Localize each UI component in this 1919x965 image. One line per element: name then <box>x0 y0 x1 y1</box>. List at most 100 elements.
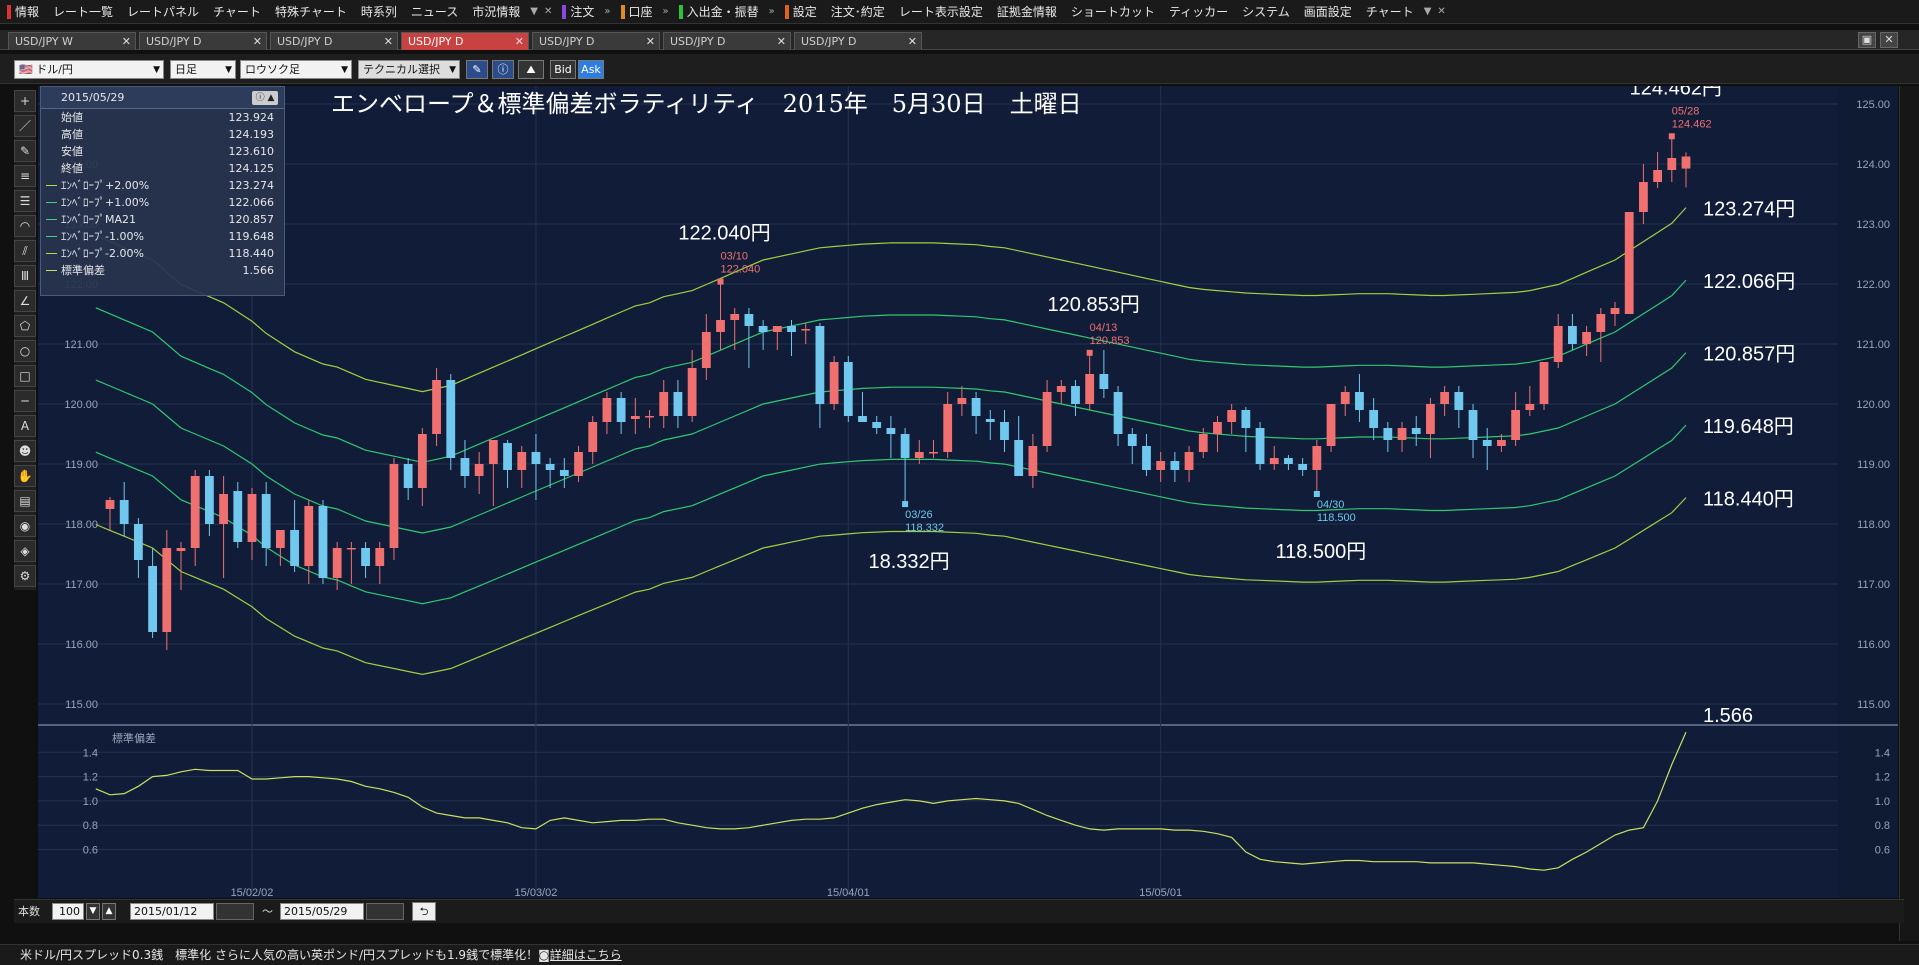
chart-style-button[interactable]: ⛰ <box>518 60 544 79</box>
end-date-input[interactable]: 2015/05/29 <box>280 903 364 920</box>
menu-item-4[interactable]: 特殊チャート <box>268 0 354 24</box>
reset-range-button[interactable]: ⮌ <box>412 902 436 921</box>
menu-item-20[interactable]: ショートカット <box>1064 0 1162 24</box>
draw-pen-button[interactable]: ✎ <box>466 60 488 79</box>
menu-dropdown-icon[interactable]: ▼ <box>527 6 541 17</box>
close-window-button[interactable]: ✕ <box>1880 32 1898 48</box>
menu-item-16[interactable]: 設定 <box>778 0 824 24</box>
chart-type-select[interactable]: ロウソク足 ▼ <box>240 60 352 79</box>
menu-item-21[interactable]: ティッカー <box>1162 0 1235 24</box>
tab-usdjpy-1[interactable]: USD/JPY D ✕ <box>139 32 267 50</box>
tab-usdjpy-6[interactable]: USD/JPY D ✕ <box>794 32 922 50</box>
menu-item-label: ショートカット <box>1070 4 1155 19</box>
drawing-tool-18-icon[interactable]: ◈ <box>14 540 36 562</box>
drawing-tool-12-icon[interactable]: ─ <box>14 390 36 412</box>
menu-color-mark <box>678 5 683 19</box>
price-chart[interactable]: 115.00 115.00 116.00 116.00 117.00 117.00 118.… <box>38 86 1898 898</box>
start-date-input[interactable]: 2015/01/12 <box>130 903 214 920</box>
menu-item-12[interactable]: 口座 <box>614 0 660 24</box>
drawing-tool-14-icon[interactable]: ☻ <box>14 440 36 462</box>
bid-button[interactable]: Bid <box>550 60 576 79</box>
menu-item-6[interactable]: ニュース <box>404 0 465 24</box>
menu-item-0[interactable]: 情報 <box>0 0 46 24</box>
news-ticker[interactable]: 米ドル/円スプレッド0.3銭 標準化 さらに人気の高い英ポンド/円スプレッドも1… <box>0 944 1919 965</box>
drawing-tool-4-icon[interactable]: ☰ <box>14 190 36 212</box>
tab-close-icon[interactable]: ✕ <box>384 33 393 50</box>
drawing-tool-17-icon[interactable]: ◉ <box>14 515 36 537</box>
drawing-tool-1-icon[interactable]: ／ <box>14 115 36 137</box>
menu-more-icon[interactable]: » <box>660 6 672 17</box>
menu-dropdown-icon[interactable]: ▼ <box>1421 6 1435 17</box>
menu-item-1[interactable]: レート一覧 <box>46 0 120 24</box>
price-tick-label: 115.00 <box>1857 699 1890 711</box>
menu-item-2[interactable]: レートパネル <box>120 0 206 24</box>
menu-item-10[interactable]: 注文 <box>555 0 601 24</box>
menu-item-label: チャート <box>213 4 261 19</box>
tab-usdjpy-3[interactable]: USD/JPY D ✕ <box>401 32 529 50</box>
restore-window-button[interactable]: ▣ <box>1858 32 1876 48</box>
tab-close-icon[interactable]: ✕ <box>515 33 524 50</box>
drawing-tool-0-icon[interactable]: + <box>14 90 36 112</box>
menu-item-19[interactable]: 証拠金情報 <box>990 0 1064 24</box>
drawing-tool-2-icon[interactable]: ✎ <box>14 140 36 162</box>
drawing-tool-8-icon[interactable]: ∠ <box>14 290 36 312</box>
end-time-input[interactable] <box>366 903 404 920</box>
menu-item-7[interactable]: 市況情報 <box>465 0 527 24</box>
candle-body <box>1454 392 1464 410</box>
drawing-tool-13-icon[interactable]: A <box>14 415 36 437</box>
drawing-tool-15-icon[interactable]: ✋ <box>14 465 36 487</box>
info-row: 終値 124.125 <box>41 160 284 177</box>
tab-close-icon[interactable]: ✕ <box>908 33 917 50</box>
candle-body <box>829 362 839 404</box>
price-tick-label: 117.00 <box>1857 579 1890 591</box>
tab-usdjpy-5[interactable]: USD/JPY D ✕ <box>663 32 791 50</box>
menu-more-icon[interactable]: » <box>766 6 778 17</box>
candle-body <box>318 506 328 578</box>
bar-count-input[interactable]: 100 <box>52 903 84 920</box>
timeframe-select[interactable]: 日足 ▼ <box>170 60 236 79</box>
menu-item-3[interactable]: チャート <box>206 0 268 24</box>
tab-usdjpy-2[interactable]: USD/JPY D ✕ <box>270 32 398 50</box>
ticker-detail-link[interactable]: ◙詳細はこちら <box>538 948 622 962</box>
right-scrollbar[interactable] <box>1899 86 1919 941</box>
candle-body <box>1198 434 1208 452</box>
menu-item-24[interactable]: チャート <box>1359 0 1421 24</box>
tab-close-icon[interactable]: ✕ <box>646 33 655 50</box>
drawing-tool-16-icon[interactable]: ▤ <box>14 490 36 512</box>
tab-close-icon[interactable]: ✕ <box>253 33 262 50</box>
extreme-date-label: 03/10 <box>721 251 749 263</box>
tab-close-icon[interactable]: ✕ <box>777 33 786 50</box>
count-up-button[interactable]: ▲ <box>102 903 116 920</box>
start-time-input[interactable] <box>216 903 254 920</box>
menu-item-23[interactable]: 画面設定 <box>1297 0 1359 24</box>
menu-close-icon[interactable]: ✕ <box>1434 6 1448 17</box>
drawing-tool-5-icon[interactable]: ◠ <box>14 215 36 237</box>
menu-item-5[interactable]: 時系列 <box>354 0 404 24</box>
tab-usdjpy-4[interactable]: USD/JPY D ✕ <box>532 32 660 50</box>
drawing-tool-7-icon[interactable]: Ⅲ <box>14 265 36 287</box>
menu-item-17[interactable]: 注文･約定 <box>824 0 892 24</box>
tab-close-icon[interactable]: ✕ <box>122 33 131 50</box>
menu-item-22[interactable]: システム <box>1235 0 1297 24</box>
count-down-button[interactable]: ▼ <box>86 903 100 920</box>
drawing-tool-9-icon[interactable]: ⬠ <box>14 315 36 337</box>
candle-body <box>744 314 754 326</box>
drawing-tool-10-icon[interactable]: ○ <box>14 340 36 362</box>
candle-body <box>971 398 981 416</box>
candle-body <box>1596 314 1606 332</box>
currency-pair-select[interactable]: 🇺🇸 ドル/円 ▼ <box>14 60 164 79</box>
menu-close-icon[interactable]: ✕ <box>541 6 555 17</box>
drawing-tool-11-icon[interactable]: □ <box>14 365 36 387</box>
info-icon-button[interactable]: ⓘ <box>492 60 514 79</box>
ask-button[interactable]: Ask <box>578 60 604 79</box>
band-value-label: 118.440円 <box>1703 489 1794 511</box>
menu-item-14[interactable]: 入出金・振替 <box>672 0 766 24</box>
menu-item-18[interactable]: レート表示設定 <box>892 0 990 24</box>
technical-select[interactable]: テクニカル選択 ▼ <box>358 60 460 79</box>
tab-usdjpy-0[interactable]: USD/JPY W ✕ <box>8 32 136 50</box>
menu-more-icon[interactable]: » <box>601 6 613 17</box>
drawing-tool-3-icon[interactable]: ≡ <box>14 165 36 187</box>
drawing-tool-19-icon[interactable]: ⚙ <box>14 565 36 587</box>
drawing-tool-6-icon[interactable]: ⫽ <box>14 240 36 262</box>
info-panel-buttons[interactable]: ⓘ ▲ <box>252 91 278 105</box>
